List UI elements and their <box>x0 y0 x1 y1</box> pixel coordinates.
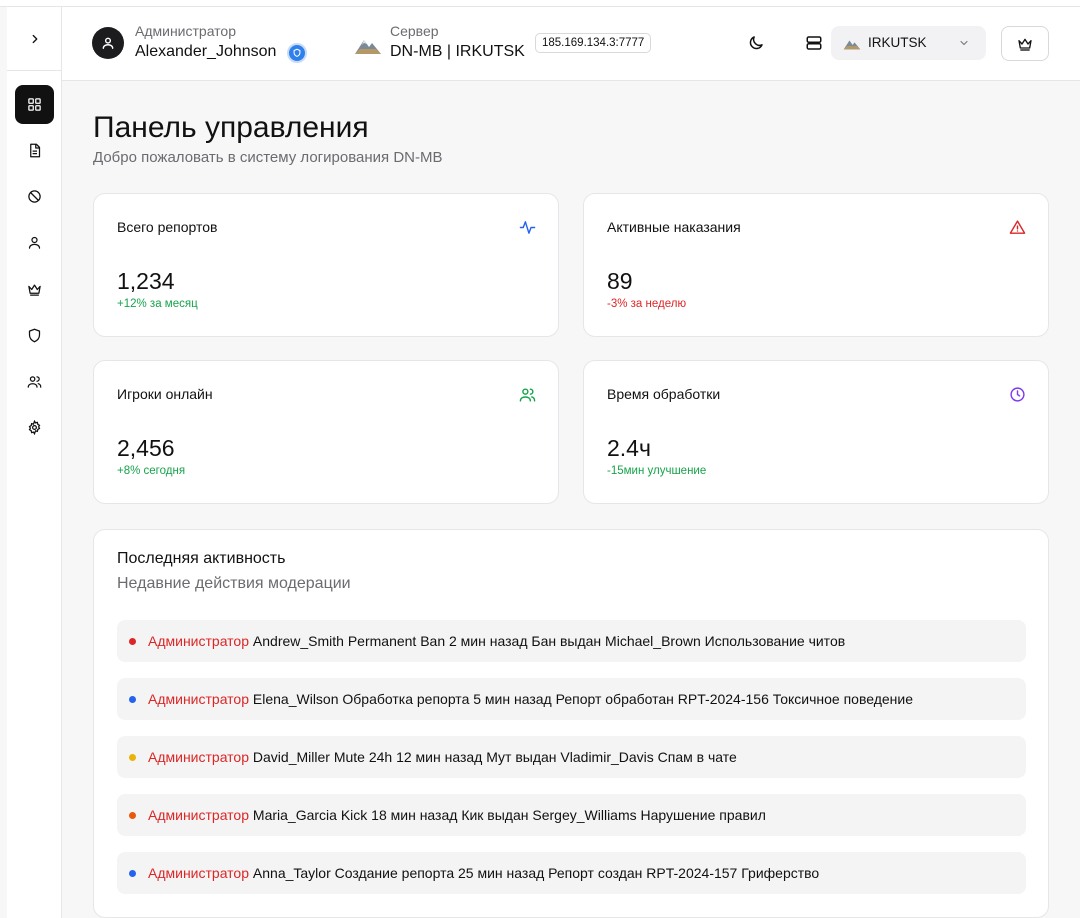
verified-badge-icon <box>287 43 307 63</box>
status-dot <box>129 870 136 877</box>
stat-card-title: Активные наказания <box>607 219 741 235</box>
users-icon <box>27 376 42 388</box>
sidebar-toggle-button[interactable] <box>7 7 62 71</box>
status-dot <box>129 812 136 819</box>
clock-icon <box>1010 387 1025 402</box>
chevron-right-icon <box>32 34 37 43</box>
stat-card-punishments: Активные наказания 89 -3% за неделю <box>583 193 1049 337</box>
server-select-value: IRKUTSK <box>868 35 927 50</box>
status-dot <box>129 754 136 761</box>
warning-icon <box>1009 220 1026 234</box>
admin-role-label: Администратор <box>135 23 237 39</box>
crown-icon <box>1018 38 1032 51</box>
sidebar-item-security[interactable] <box>15 316 54 355</box>
activity-text: Maria_Garcia Kick 18 мин назад Кик выдан… <box>252 807 766 823</box>
stat-card-value: 2.4ч <box>607 435 651 461</box>
avatar[interactable] <box>92 27 124 59</box>
activity-title: Последняя активность <box>117 550 286 567</box>
stat-card-delta: +8% сегодня <box>117 465 186 477</box>
stat-card-delta: -3% за неделю <box>607 298 687 310</box>
premium-button[interactable] <box>1001 26 1049 61</box>
recent-activity-panel: Последняя активность Недавние действия м… <box>93 529 1049 918</box>
activity-text: Andrew_Smith Permanent Ban 2 мин назад Б… <box>252 633 846 649</box>
stat-card-delta: +12% за месяц <box>117 298 198 310</box>
activity-item[interactable]: Администратор Andrew_Smith Permanent Ban… <box>117 620 1026 662</box>
activity-icon <box>519 221 536 234</box>
status-dot <box>129 638 136 645</box>
stat-card-value: 1,234 <box>117 268 175 294</box>
document-icon <box>30 143 41 158</box>
stat-card-value: 89 <box>607 268 633 294</box>
stat-card-value: 2,456 <box>117 435 175 461</box>
sidebar-item-players[interactable] <box>15 223 54 262</box>
activity-role: Администратор <box>148 691 250 707</box>
grid-icon <box>28 98 41 111</box>
page-subtitle: Добро пожаловать в систему логирования D… <box>93 149 443 166</box>
activity-item[interactable]: Администратор Maria_Garcia Kick 18 мин н… <box>117 794 1026 836</box>
shield-icon <box>28 328 41 343</box>
activity-text: Elena_Wilson Обработка репорта 5 мин наз… <box>252 691 913 707</box>
gear-icon <box>28 420 41 435</box>
ban-icon <box>28 190 41 203</box>
activity-text: Anna_Taylor Создание репорта 25 мин наза… <box>252 865 820 881</box>
mountain-icon <box>843 40 861 50</box>
activity-subtitle: Недавние действия модерации <box>117 575 351 592</box>
sidebar-item-team[interactable] <box>15 362 54 401</box>
activity-role: Администратор <box>148 865 250 881</box>
top-header: Администратор Alexander_Johnson Сервер D… <box>62 7 1080 81</box>
admin-name: Alexander_Johnson <box>135 43 277 60</box>
activity-text: David_Miller Mute 24h 12 мин назад Мут в… <box>252 749 737 765</box>
activity-item[interactable]: Администратор Anna_Taylor Создание репор… <box>117 852 1026 894</box>
server-ip-badge[interactable]: 185.169.134.3:7777 <box>535 33 652 53</box>
sidebar-item-reports[interactable] <box>15 131 54 170</box>
status-dot <box>129 696 136 703</box>
sidebar-item-settings[interactable] <box>15 408 54 447</box>
activity-role: Администратор <box>148 807 250 823</box>
activity-item[interactable]: Администратор Elena_Wilson Обработка реп… <box>117 678 1026 720</box>
stat-card-processing-time: Время обработки 2.4ч -15мин улучшение <box>583 360 1049 504</box>
stat-card-online: Игроки онлайн 2,456 +8% сегодня <box>93 360 559 504</box>
stat-card-title: Игроки онлайн <box>117 386 213 402</box>
sidebar-item-dashboard[interactable] <box>15 85 54 124</box>
server-label: Сервер <box>390 23 439 39</box>
activity-role: Администратор <box>148 633 250 649</box>
stat-card-delta: -15мин улучшение <box>607 465 707 477</box>
crown-icon <box>28 284 41 296</box>
users-icon <box>519 388 536 402</box>
user-icon <box>102 37 114 49</box>
page-title: Панель управления <box>93 111 369 144</box>
sidebar-item-admins[interactable] <box>15 270 54 309</box>
user-icon <box>28 236 41 249</box>
server-name: DN-MB | IRKUTSK <box>390 43 525 60</box>
sidebar <box>7 7 62 918</box>
moon-icon[interactable] <box>747 34 765 52</box>
sidebar-item-punishments[interactable] <box>15 177 54 216</box>
stat-card-reports: Всего репортов 1,234 +12% за месяц <box>93 193 559 337</box>
activity-role: Администратор <box>148 749 250 765</box>
stat-card-title: Всего репортов <box>117 219 218 235</box>
stat-card-title: Время обработки <box>607 386 721 402</box>
chevron-down-icon <box>960 40 968 46</box>
top-strip <box>0 0 1080 7</box>
server-stack-icon <box>806 36 822 50</box>
activity-item[interactable]: Администратор David_Miller Mute 24h 12 м… <box>117 736 1026 778</box>
server-select[interactable]: IRKUTSK <box>831 26 986 60</box>
mountain-icon <box>355 40 381 54</box>
